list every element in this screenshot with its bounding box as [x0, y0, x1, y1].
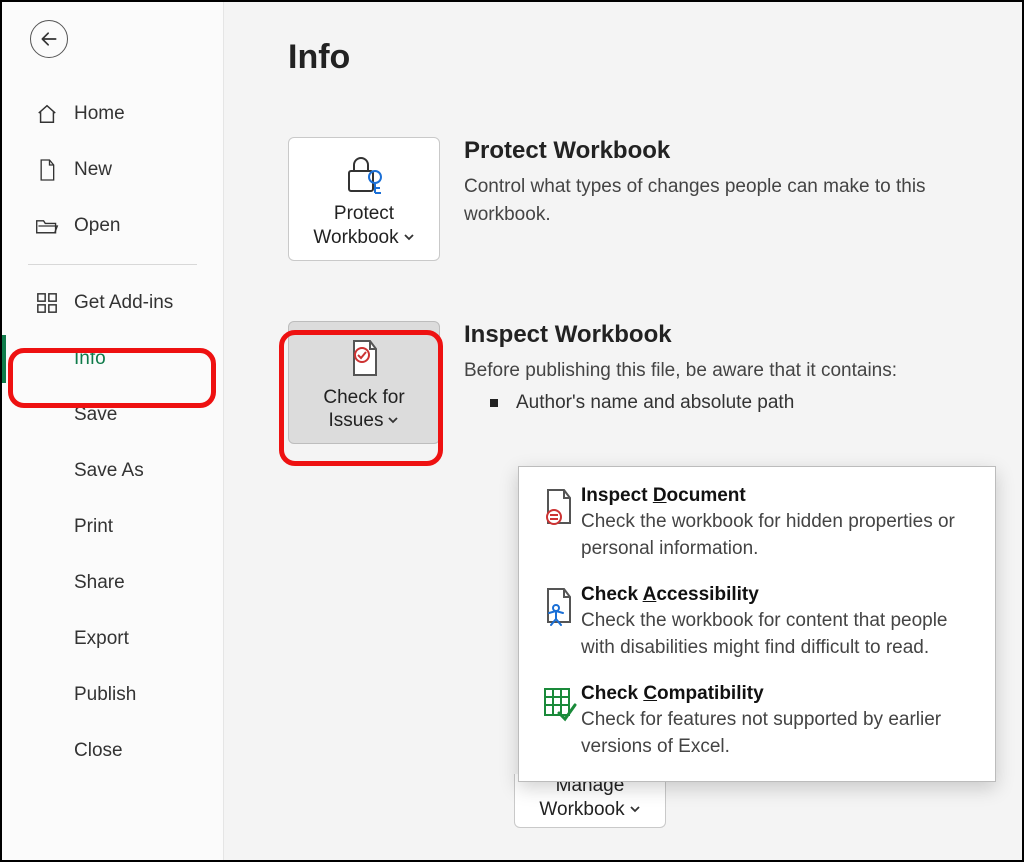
sidebar-item-info[interactable]: Info	[2, 331, 223, 387]
inspect-workbook-text: Inspect Workbook Before publishing this …	[464, 321, 986, 415]
manage-workbook-button[interactable]: Manage Workbook	[514, 774, 666, 828]
check-for-issues-menu: Inspect Document Check the workbook for …	[518, 466, 996, 782]
sidebar-item-export[interactable]: Export	[2, 611, 223, 667]
inspect-bullet-text: Author's name and absolute path	[516, 392, 794, 414]
sidebar-item-get-addins[interactable]: Get Add-ins	[2, 275, 223, 331]
compatibility-icon	[537, 683, 581, 760]
chevron-down-icon	[403, 226, 415, 250]
sidebar-item-label: Share	[74, 572, 125, 594]
chevron-down-icon	[387, 409, 399, 433]
menu-item-title: Check Accessibility	[581, 584, 979, 606]
sidebar-item-open[interactable]: Open	[2, 198, 223, 254]
sidebar-item-label: Open	[74, 215, 120, 237]
inspect-document-icon	[537, 485, 581, 562]
menu-inspect-document[interactable]: Inspect Document Check the workbook for …	[519, 475, 995, 574]
manage-label-line2: Workbook	[539, 799, 624, 820]
sidebar-item-label: Get Add-ins	[74, 292, 173, 314]
sidebar-item-label: New	[74, 159, 112, 181]
inspect-bullet-1: Author's name and absolute path	[464, 392, 986, 414]
inspect-desc: Before publishing this file, be aware th…	[464, 357, 986, 385]
check-issues-label: Check for Issues	[295, 386, 433, 434]
sidebar-item-label: Save	[74, 404, 117, 426]
protect-button-label: Protect Workbook	[295, 202, 433, 250]
protect-workbook-text: Protect Workbook Control what types of c…	[464, 137, 986, 228]
sidebar-item-label: Close	[74, 740, 123, 762]
protect-workbook-button[interactable]: Protect Workbook	[288, 137, 440, 261]
inspect-workbook-row: Check for Issues Inspect Workbook Before…	[288, 321, 986, 445]
sidebar-item-label: Save As	[74, 460, 144, 482]
folder-open-icon	[34, 213, 60, 239]
sidebar-item-share[interactable]: Share	[2, 555, 223, 611]
sidebar-item-label: Publish	[74, 684, 136, 706]
accessibility-icon	[537, 584, 581, 661]
page-title: Info	[288, 38, 986, 77]
protect-workbook-row: Protect Workbook Protect Workbook Contro…	[288, 137, 986, 261]
menu-item-desc: Check the workbook for content that peop…	[581, 608, 979, 661]
backstage-sidebar: Home New Open Get Add-ins Info Save	[2, 2, 224, 860]
menu-item-desc: Check the workbook for hidden properties…	[581, 509, 979, 562]
protect-lock-icon	[295, 152, 433, 196]
document-icon	[34, 157, 60, 183]
protect-title: Protect Workbook	[464, 137, 986, 165]
sidebar-separator	[28, 264, 197, 265]
check-document-icon	[295, 336, 433, 380]
sidebar-item-label: Info	[74, 348, 106, 370]
home-icon	[34, 101, 60, 127]
app-root: Home New Open Get Add-ins Info Save	[0, 0, 1024, 862]
inspect-title: Inspect Workbook	[464, 321, 986, 349]
sidebar-item-publish[interactable]: Publish	[2, 667, 223, 723]
menu-check-accessibility[interactable]: Check Accessibility Check the workbook f…	[519, 574, 995, 673]
sidebar-item-save-as[interactable]: Save As	[2, 443, 223, 499]
addins-icon	[34, 290, 60, 316]
sidebar-item-print[interactable]: Print	[2, 499, 223, 555]
sidebar-item-label: Export	[74, 628, 129, 650]
sidebar-item-close[interactable]: Close	[2, 723, 223, 779]
arrow-left-icon	[39, 29, 59, 49]
menu-check-compatibility[interactable]: Check Compatibility Check for features n…	[519, 673, 995, 772]
sidebar-item-new[interactable]: New	[2, 142, 223, 198]
sidebar-item-save[interactable]: Save	[2, 387, 223, 443]
chevron-down-icon	[629, 798, 641, 822]
main-panel: Info Protect Workbook Protect	[224, 2, 1022, 860]
bullet-icon	[490, 399, 498, 407]
menu-item-desc: Check for features not supported by earl…	[581, 707, 979, 760]
check-for-issues-button[interactable]: Check for Issues	[288, 321, 440, 445]
menu-item-title: Inspect Document	[581, 485, 979, 507]
sidebar-item-label: Print	[74, 516, 113, 538]
menu-item-title: Check Compatibility	[581, 683, 979, 705]
protect-desc: Control what types of changes people can…	[464, 173, 986, 228]
back-button[interactable]	[30, 20, 68, 58]
sidebar-item-label: Home	[74, 103, 125, 125]
sidebar-item-home[interactable]: Home	[2, 86, 223, 142]
